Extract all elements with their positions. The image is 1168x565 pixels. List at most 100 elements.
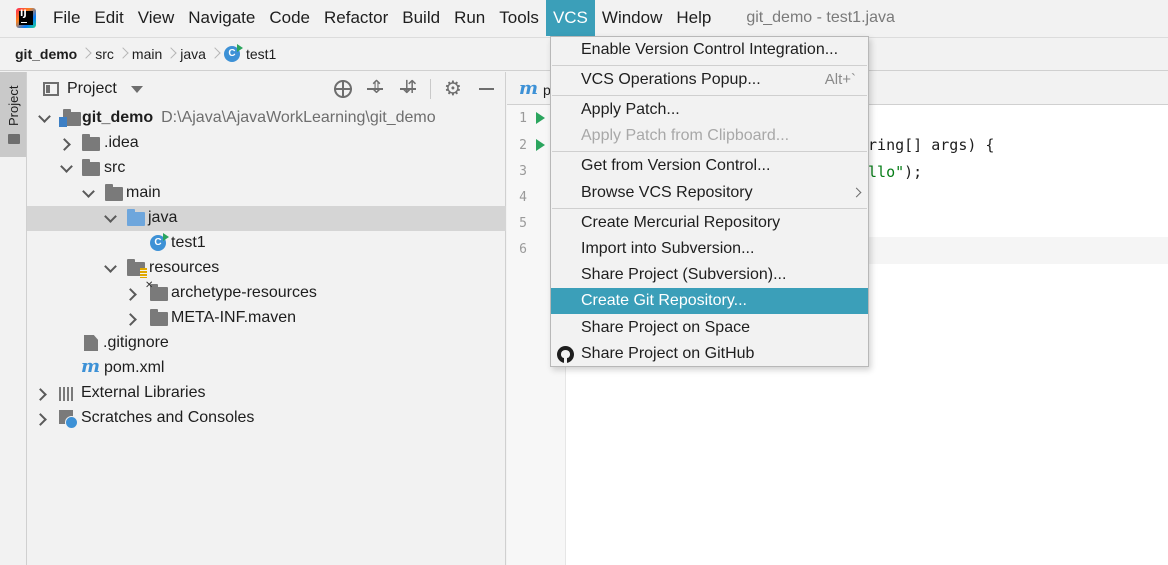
github-icon: [557, 346, 574, 363]
menu-item-import-into-subversion[interactable]: Import into Subversion...: [551, 236, 868, 262]
chevron-down-icon[interactable]: [83, 188, 93, 198]
chevron-right-icon[interactable]: [127, 314, 137, 324]
tree-item-label: test1: [171, 234, 206, 251]
tree-item-meta-inf[interactable]: META-INF.maven: [27, 306, 506, 331]
folder-icon: [150, 309, 168, 326]
tree-item-label: .gitignore: [103, 334, 169, 351]
chevron-down-icon[interactable]: [130, 85, 143, 93]
project-panel-title[interactable]: Project: [67, 80, 117, 98]
menu-navigate[interactable]: Navigate: [181, 0, 262, 36]
java-class-icon: C: [223, 44, 243, 62]
ignore-file-icon: [84, 335, 98, 351]
chevron-down-icon[interactable]: [105, 213, 115, 223]
menu-item-label: VCS Operations Popup...: [581, 71, 761, 88]
intellij-logo-icon[interactable]: [16, 8, 36, 28]
menu-view[interactable]: View: [131, 0, 182, 36]
tree-item-label: pom.xml: [104, 359, 165, 376]
menu-window[interactable]: Window: [595, 0, 669, 36]
tree-item-pom[interactable]: m pom.xml: [27, 356, 506, 381]
menu-item-label: Apply Patch...: [581, 101, 680, 118]
tree-item-resources[interactable]: resources: [27, 256, 506, 281]
run-icon[interactable]: [536, 112, 545, 124]
resources-folder-icon: [127, 259, 147, 278]
menu-item-share-project-on-space[interactable]: Share Project on Space: [551, 315, 868, 341]
line-number: 2: [519, 138, 527, 153]
chevron-right-icon[interactable]: [37, 414, 47, 424]
breadcrumb-main[interactable]: main: [132, 46, 162, 62]
menu-item-enable-vcs[interactable]: Enable Version Control Integration...: [551, 37, 868, 63]
run-icon[interactable]: [536, 139, 545, 151]
tree-item-gitignore[interactable]: .gitignore: [27, 331, 506, 356]
vcs-dropdown-menu: Enable Version Control Integration... VC…: [550, 36, 869, 367]
breadcrumb-java[interactable]: java: [180, 46, 206, 62]
chevron-right-icon[interactable]: [37, 389, 47, 399]
maven-icon: m: [81, 356, 101, 377]
menu-item-apply-patch[interactable]: Apply Patch...: [551, 97, 868, 123]
project-tool-window-tab[interactable]: Project: [0, 72, 26, 157]
menu-refactor[interactable]: Refactor: [317, 0, 395, 36]
tree-item-git-demo[interactable]: git_demo D:\Ajava\AjavaWorkLearning\git_d…: [27, 106, 506, 131]
menu-item-create-git-repository[interactable]: Create Git Repository...: [551, 288, 868, 314]
gear-icon[interactable]: ⚙: [444, 79, 464, 99]
breadcrumb-separator-icon: [82, 46, 90, 62]
left-tool-stripe: Project: [0, 72, 27, 565]
breadcrumb-src[interactable]: src: [95, 46, 114, 62]
line-number: 1: [519, 111, 527, 126]
menu-item-label: Apply Patch from Clipboard...: [581, 127, 790, 144]
menu-item-label: Create Git Repository...: [581, 292, 747, 309]
menu-vcs[interactable]: VCS: [545, 0, 595, 36]
collapse-all-icon[interactable]: [398, 77, 418, 99]
menu-item-share-project-on-github[interactable]: Share Project on GitHub: [551, 341, 868, 367]
menu-edit[interactable]: Edit: [87, 0, 130, 36]
breadcrumb-separator-icon: [211, 46, 219, 62]
tree-item-idea[interactable]: .idea: [27, 131, 506, 156]
locate-target-icon[interactable]: [334, 80, 352, 98]
toolbar-divider: [430, 79, 431, 99]
libraries-icon: [59, 387, 75, 401]
menu-item-get-from-vcs[interactable]: Get from Version Control...: [551, 153, 868, 179]
menu-item-browse-vcs-repository[interactable]: Browse VCS Repository: [551, 180, 868, 206]
menu-tools[interactable]: Tools: [492, 0, 546, 36]
tree-item-src[interactable]: src: [27, 156, 506, 181]
tree-item-test1[interactable]: C test1: [27, 231, 506, 256]
chevron-right-icon[interactable]: [61, 139, 71, 149]
tree-item-label: META-INF.maven: [171, 309, 297, 326]
chevron-down-icon[interactable]: [39, 113, 49, 123]
menu-item-label: Create Mercurial Repository: [581, 214, 781, 231]
tree-item-java[interactable]: java: [27, 206, 506, 231]
menu-code[interactable]: Code: [262, 0, 317, 36]
menu-item-apply-patch-clipboard: Apply Patch from Clipboard...: [551, 123, 868, 149]
tree-item-scratches[interactable]: Scratches and Consoles: [27, 406, 506, 431]
chevron-down-icon[interactable]: [105, 263, 115, 273]
menu-run[interactable]: Run: [447, 0, 492, 36]
tree-item-main[interactable]: main: [27, 181, 506, 206]
expand-all-icon[interactable]: [365, 77, 385, 99]
menu-divider: [552, 208, 867, 209]
folder-icon: [82, 134, 100, 151]
menu-item-share-project-subversion[interactable]: Share Project (Subversion)...: [551, 262, 868, 288]
breadcrumb-test1[interactable]: test1: [246, 46, 276, 62]
tree-item-label: java: [148, 209, 178, 226]
line-number: 3: [519, 164, 527, 179]
menu-item-label: Enable Version Control Integration...: [581, 41, 839, 58]
project-tab-label: Project: [6, 85, 21, 126]
menu-file[interactable]: File: [46, 0, 87, 36]
menu-help[interactable]: Help: [669, 0, 718, 36]
chevron-right-icon[interactable]: [127, 289, 137, 299]
menu-divider: [552, 151, 867, 152]
chevron-down-icon[interactable]: [61, 163, 71, 173]
folder-icon: [82, 159, 100, 176]
tree-item-external-libraries[interactable]: External Libraries: [27, 381, 506, 406]
breadcrumb-project[interactable]: git_demo: [15, 46, 77, 62]
menu-item-create-mercurial-repository[interactable]: Create Mercurial Repository: [551, 210, 868, 236]
tree-item-label: src: [104, 159, 126, 176]
project-panel-header: Project ⚙: [27, 72, 505, 106]
hide-panel-icon[interactable]: [477, 79, 497, 99]
line-number: 4: [519, 190, 527, 205]
tree-item-archetype-resources[interactable]: archetype-resources: [27, 280, 506, 306]
menu-divider: [552, 95, 867, 96]
tree-item-label: archetype-resources: [171, 284, 317, 301]
code-text: );: [904, 163, 923, 181]
menu-item-vcs-operations-popup[interactable]: VCS Operations Popup... Alt+`: [551, 67, 868, 93]
menu-build[interactable]: Build: [395, 0, 447, 36]
